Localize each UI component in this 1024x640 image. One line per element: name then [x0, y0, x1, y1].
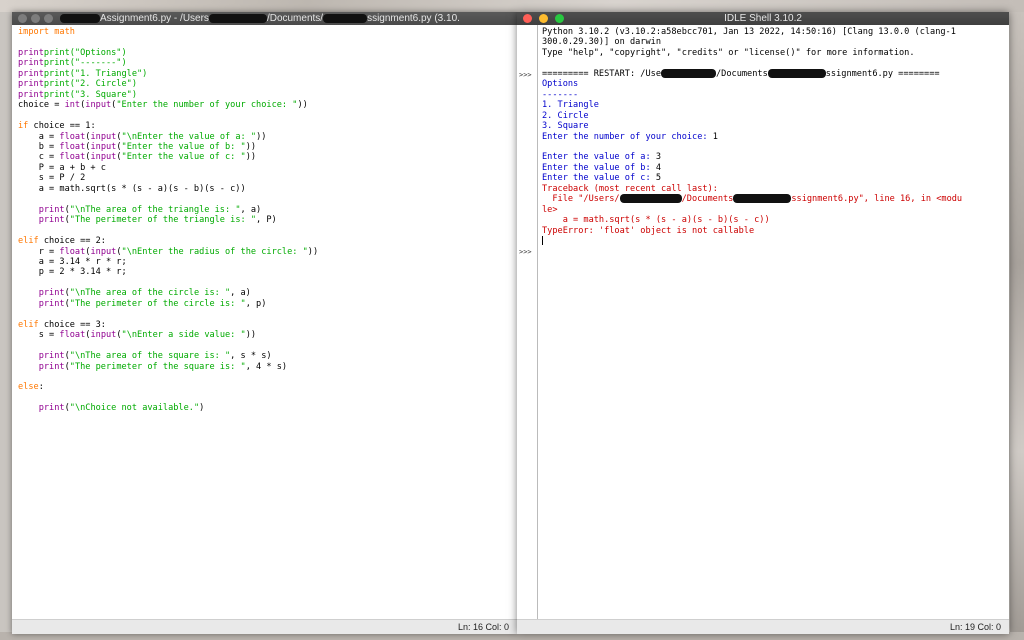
editor-title: Assignment6.py - /Users/Documents/ssignm…	[60, 12, 513, 25]
minimize-icon[interactable]	[31, 14, 40, 23]
desktop-background-right	[1010, 12, 1024, 640]
shell-statusbar: Ln: 19 Col: 0	[517, 619, 1009, 634]
desktop-background	[0, 0, 1024, 12]
shell-window[interactable]: IDLE Shell 3.10.2 >>> >>> Python 3.10.2 …	[517, 12, 1009, 634]
editor-statusbar: Ln: 16 Col: 0	[12, 619, 517, 634]
prompt-marker: >>>	[519, 248, 532, 256]
prompt-gutter: >>> >>>	[517, 25, 538, 620]
cursor-position: Ln: 16 Col: 0	[457, 622, 509, 632]
zoom-icon[interactable]	[44, 14, 53, 23]
shell-title: IDLE Shell 3.10.2	[724, 13, 802, 24]
code-editor[interactable]: import math printprint("Options") printp…	[12, 25, 517, 620]
shell-output[interactable]: Python 3.10.2 (v3.10.2:a58ebcc701, Jan 1…	[538, 25, 1009, 620]
prompt-marker: >>>	[519, 71, 532, 79]
shell-titlebar[interactable]: IDLE Shell 3.10.2	[517, 12, 1009, 25]
cursor-position: Ln: 19 Col: 0	[949, 622, 1001, 632]
editor-titlebar[interactable]: Assignment6.py - /Users/Documents/ssignm…	[12, 12, 517, 25]
close-icon[interactable]	[18, 14, 27, 23]
text-cursor	[542, 236, 543, 246]
editor-window[interactable]: Assignment6.py - /Users/Documents/ssignm…	[12, 12, 517, 634]
